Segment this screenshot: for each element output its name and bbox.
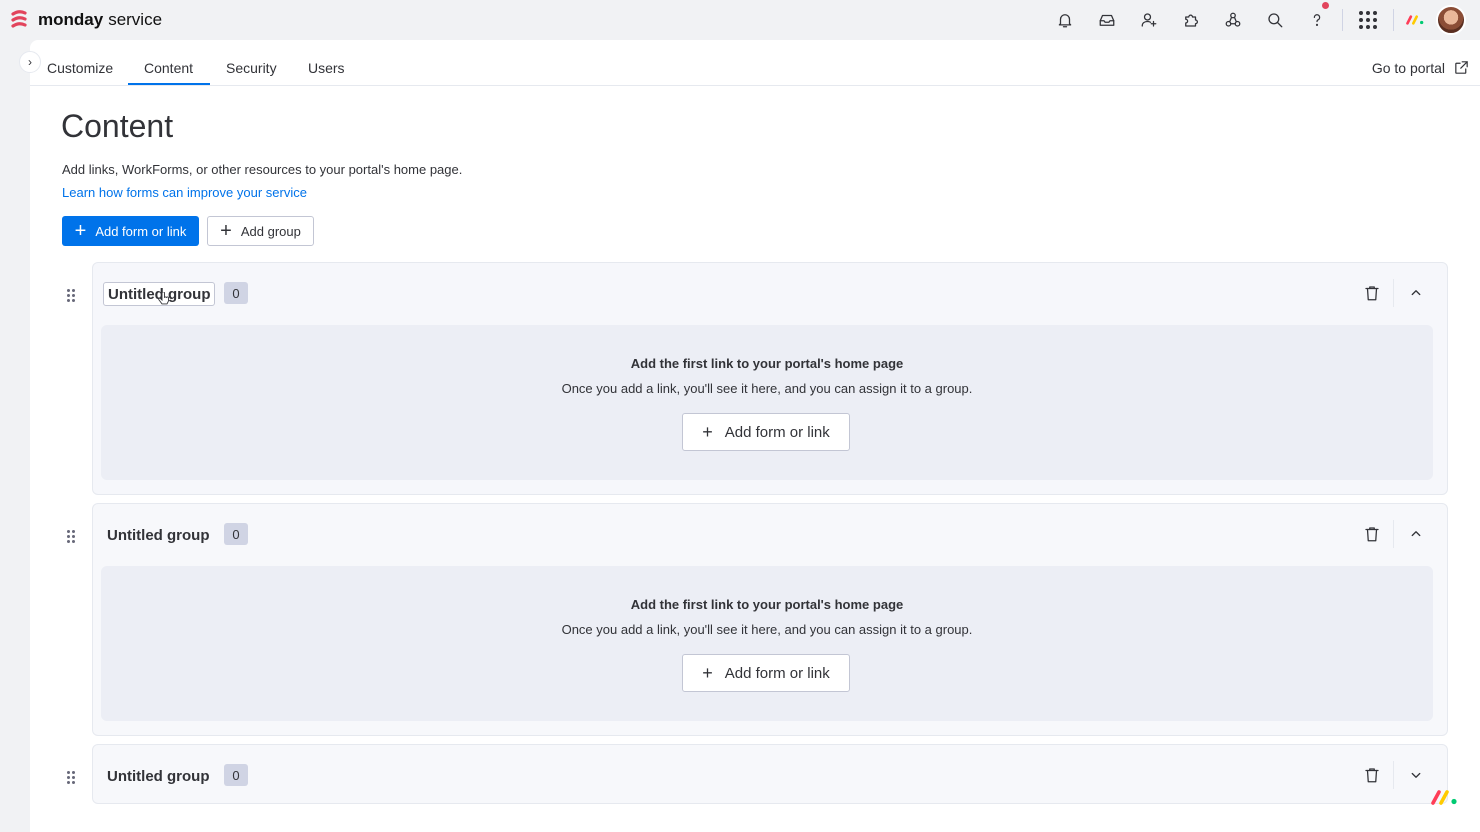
chevron-up-icon[interactable]	[1407, 284, 1425, 302]
group-title-input[interactable]: Untitled group	[103, 764, 213, 788]
apps-puzzle-icon[interactable]	[1170, 0, 1212, 40]
divider	[1393, 520, 1394, 548]
brand-product: service	[108, 10, 163, 29]
expand-sidebar-button[interactable]: ›	[19, 51, 41, 73]
divider	[1342, 9, 1343, 31]
add-form-or-link-button[interactable]: + Add form or link	[682, 413, 850, 451]
add-form-or-link-label: Add form or link	[724, 664, 830, 682]
add-form-or-link-label: Add form or link	[95, 223, 187, 239]
page-title: Content	[61, 108, 174, 144]
integrations-icon[interactable]	[1212, 0, 1254, 40]
empty-state-title: Add the first link to your portal's home…	[630, 356, 904, 371]
divider	[1393, 279, 1394, 307]
invite-user-icon[interactable]	[1128, 0, 1170, 40]
empty-state-subtitle: Once you add a link, you'll see it here,…	[561, 381, 973, 396]
learn-more-link[interactable]: Learn how forms can improve your service	[62, 185, 307, 200]
tab-customize[interactable]: Customize	[47, 60, 113, 76]
empty-state-title: Add the first link to your portal's home…	[630, 597, 904, 612]
go-to-portal-label: Go to portal	[1371, 59, 1445, 76]
top-bar: monday service	[0, 0, 1480, 40]
empty-state-subtitle: Once you add a link, you'll see it here,…	[561, 622, 973, 637]
plus-icon: +	[220, 220, 232, 242]
top-icons	[1044, 0, 1480, 40]
mouse-cursor-icon	[158, 292, 169, 305]
drag-handle-icon[interactable]	[67, 530, 77, 544]
group-item-count: 0	[224, 764, 248, 786]
add-group-button[interactable]: + Add group	[207, 216, 314, 246]
divider	[1393, 761, 1394, 789]
brand-name: monday	[38, 10, 104, 29]
group-item-count: 0	[224, 523, 248, 545]
monday-corner-logo-icon	[1431, 790, 1457, 805]
chevron-right-icon: ›	[28, 55, 32, 69]
plus-icon: +	[702, 422, 713, 442]
empty-state: Add the first link to your portal's home…	[101, 566, 1433, 721]
plus-icon: +	[74, 220, 87, 242]
trash-icon[interactable]	[1363, 766, 1381, 784]
monday-service-logo-icon	[11, 10, 27, 28]
inbox-icon[interactable]	[1086, 0, 1128, 40]
tab-security[interactable]: Security	[226, 60, 277, 76]
add-form-or-link-label: Add form or link	[724, 423, 830, 441]
go-to-portal-link[interactable]: Go to portal	[1372, 59, 1470, 76]
add-form-or-link-button[interactable]: + Add form or link	[62, 216, 199, 246]
group-card: Untitled group 0	[92, 744, 1448, 804]
group-title-input[interactable]: Untitled group	[103, 523, 213, 547]
notification-dot	[1322, 2, 1329, 9]
avatar[interactable]	[1436, 5, 1466, 35]
empty-state: Add the first link to your portal's home…	[101, 325, 1433, 480]
page-description: Add links, WorkForms, or other resources…	[62, 162, 463, 177]
trash-icon[interactable]	[1363, 525, 1381, 543]
search-icon[interactable]	[1254, 0, 1296, 40]
group-card: Untitled group 0 Add the first link to y…	[92, 262, 1448, 495]
active-tab-indicator	[128, 83, 210, 85]
plus-icon: +	[702, 663, 713, 683]
drag-handle-icon[interactable]	[67, 289, 77, 303]
group-card: Untitled group 0 Add the first link to y…	[92, 503, 1448, 736]
bell-icon[interactable]	[1044, 0, 1086, 40]
help-icon[interactable]	[1296, 0, 1338, 40]
trash-icon[interactable]	[1363, 284, 1381, 302]
external-link-icon	[1455, 61, 1468, 74]
brand[interactable]: monday service	[10, 9, 162, 31]
app-grid-icon[interactable]	[1347, 0, 1389, 40]
tab-content[interactable]: Content	[144, 60, 193, 76]
chevron-down-icon[interactable]	[1407, 766, 1425, 784]
tab-users[interactable]: Users	[308, 60, 345, 76]
divider	[1393, 9, 1394, 31]
tab-bar: Customize Content Security Users Go to p…	[30, 40, 1480, 86]
monday-logo-icon[interactable]	[1398, 0, 1432, 40]
drag-handle-icon[interactable]	[67, 771, 77, 785]
main-panel: Customize Content Security Users Go to p…	[30, 40, 1480, 832]
add-form-or-link-button[interactable]: + Add form or link	[682, 654, 850, 692]
chevron-up-icon[interactable]	[1407, 525, 1425, 543]
add-group-label: Add group	[240, 223, 301, 239]
left-rail	[0, 40, 30, 832]
group-item-count: 0	[224, 282, 248, 304]
